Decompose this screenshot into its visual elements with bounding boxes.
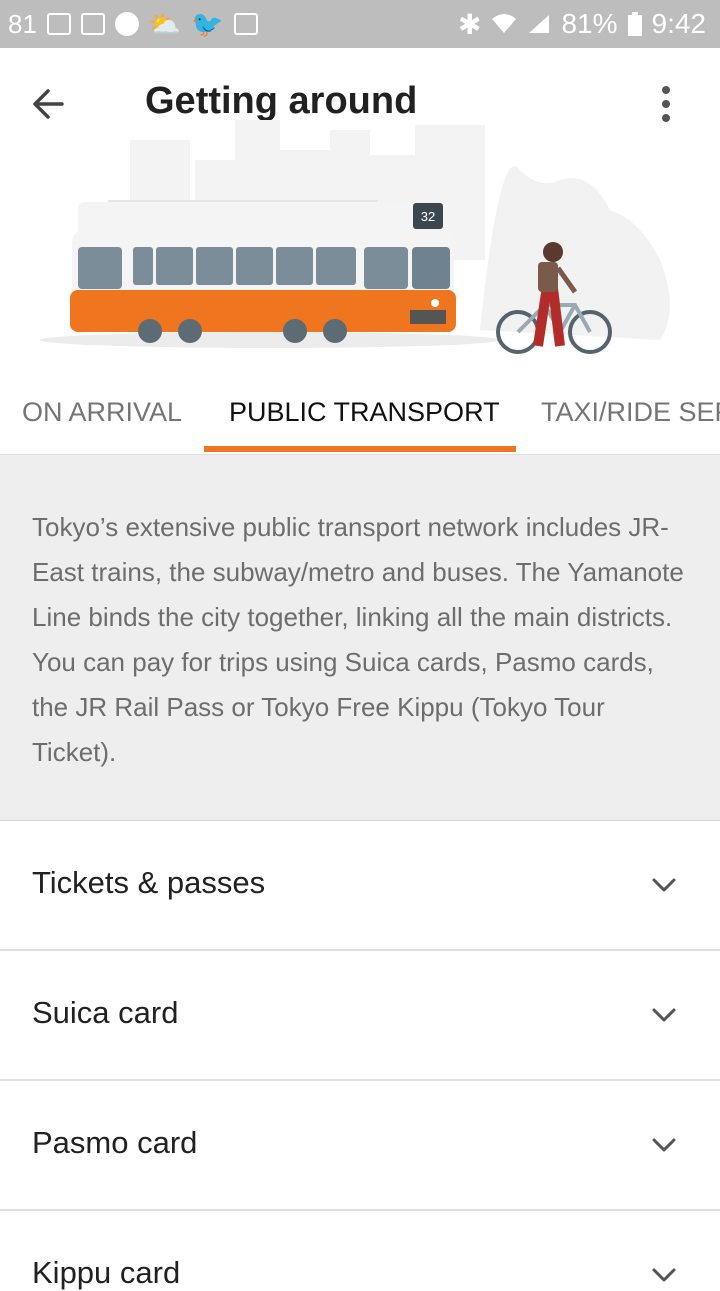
section-pasmo-card[interactable]: Pasmo card xyxy=(0,1081,720,1211)
chevron-down-icon xyxy=(652,1008,676,1022)
chevron-down-icon xyxy=(652,1268,676,1282)
notification-count: 81 xyxy=(8,8,37,39)
tram-illustration: 32 xyxy=(70,200,456,343)
section-label: Suica card xyxy=(32,995,179,1030)
gmail-icon xyxy=(80,13,105,35)
active-tab-indicator xyxy=(204,446,516,452)
tab-public-transport[interactable]: PUBLIC TRANSPORT xyxy=(229,370,500,454)
section-label: Pasmo card xyxy=(32,1125,198,1160)
clock: 9:42 xyxy=(651,8,707,39)
weather-icon: ⛅ xyxy=(148,8,182,39)
chevron-down-icon xyxy=(652,878,676,892)
tab-bar: ON ARRIVAL PUBLIC TRANSPORT TAXI/RIDE SE… xyxy=(0,370,720,455)
battery-icon xyxy=(627,12,642,36)
section-tickets-passes[interactable]: Tickets & passes xyxy=(0,821,720,951)
intro-text: Tokyo’s extensive public transport netwo… xyxy=(32,512,684,767)
section-kippu-card[interactable]: Kippu card xyxy=(0,1211,720,1290)
chevron-down-icon xyxy=(652,1138,676,1152)
section-label: Tickets & passes xyxy=(32,865,266,900)
briefcase-icon xyxy=(233,13,258,35)
tab-on-arrival[interactable]: ON ARRIVAL xyxy=(22,370,182,454)
tram-number: 32 xyxy=(421,209,435,224)
status-bar: 81 ⛅ 🐦 ✱ 81% 9:42 xyxy=(0,0,720,48)
intro-panel: Tokyo’s extensive public transport netwo… xyxy=(0,455,720,821)
twitter-icon: 🐦 xyxy=(191,8,224,39)
battery-percent: 81% xyxy=(561,8,618,39)
section-label: Kippu card xyxy=(32,1255,181,1290)
photo-icon xyxy=(46,13,71,35)
signal-icon xyxy=(529,15,550,33)
wifi-icon xyxy=(492,14,517,33)
check-icon xyxy=(114,12,139,36)
section-suica-card[interactable]: Suica card xyxy=(0,951,720,1081)
hero-illustration: 32 xyxy=(40,120,670,354)
tab-taxi-ride-services[interactable]: TAXI/RIDE SERVICES xyxy=(541,370,720,454)
bluetooth-icon: ✱ xyxy=(457,8,482,40)
